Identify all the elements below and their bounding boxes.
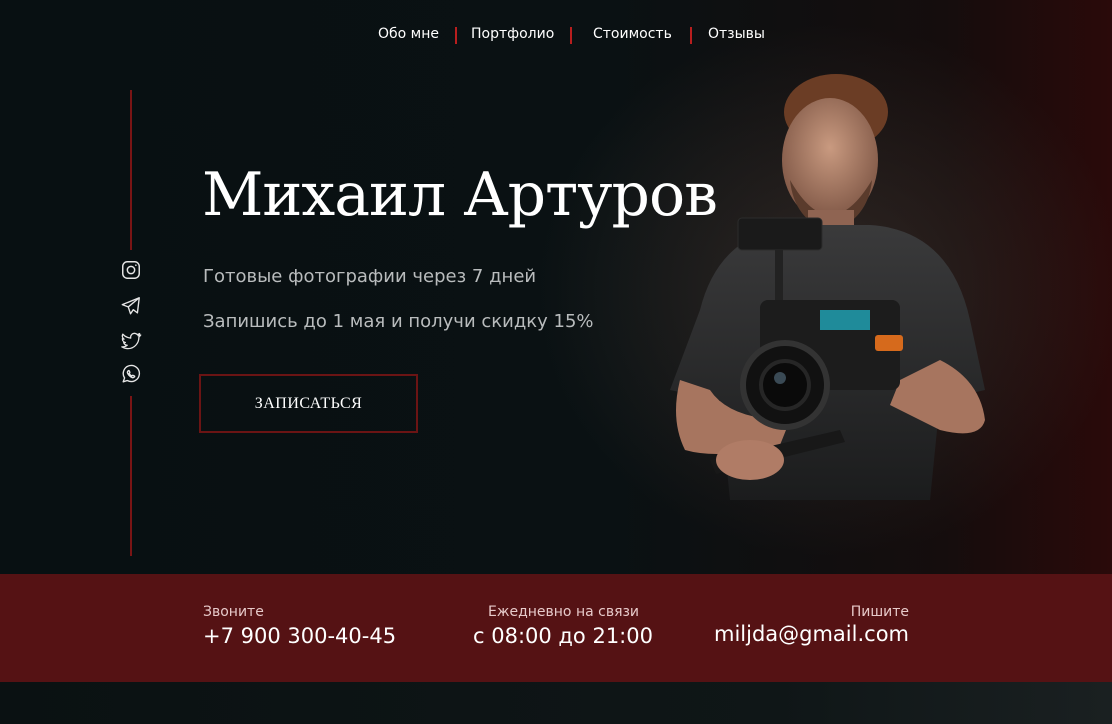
nav-separator xyxy=(570,27,572,44)
nav-item-pricing[interactable]: Стоимость xyxy=(593,26,672,42)
phone-link[interactable]: +7 900 300-40-45 xyxy=(203,624,396,648)
twitter-icon[interactable] xyxy=(120,330,142,352)
nav-item-portfolio[interactable]: Портфолио xyxy=(471,26,554,42)
hero-promo: Запишись до 1 мая и получи скидку 15% xyxy=(203,311,594,332)
nav-separator xyxy=(690,27,692,44)
hours-label: Ежедневно на связи xyxy=(488,604,640,620)
next-section-edge xyxy=(0,682,1112,724)
nav-separator xyxy=(455,27,457,44)
decor-line-bottom xyxy=(130,396,132,556)
write-label: Пишите xyxy=(850,604,909,620)
call-label: Звоните xyxy=(203,604,264,620)
contact-bar: Звоните +7 900 300-40-45 Ежедневно на св… xyxy=(0,574,1112,682)
signup-button[interactable]: ЗАПИСАТЬСЯ xyxy=(199,374,418,433)
hours-value: с 08:00 до 21:00 xyxy=(473,624,653,648)
email-link[interactable]: miljda@gmail.com xyxy=(714,622,909,646)
nav-item-reviews[interactable]: Отзывы xyxy=(708,26,765,42)
nav-item-about[interactable]: Обо мне xyxy=(378,26,439,42)
instagram-icon[interactable] xyxy=(120,259,142,281)
whatsapp-icon[interactable] xyxy=(120,363,142,385)
photographer-photo xyxy=(670,74,985,500)
top-nav: Обо мне Портфолио Стоимость Отзывы xyxy=(0,24,1112,46)
telegram-icon[interactable] xyxy=(120,295,142,317)
decor-line-top xyxy=(130,90,132,250)
hero-subtitle: Готовые фотографии через 7 дней xyxy=(203,266,537,287)
hero-section: Обо мне Портфолио Стоимость Отзывы Михаи… xyxy=(0,0,1112,574)
